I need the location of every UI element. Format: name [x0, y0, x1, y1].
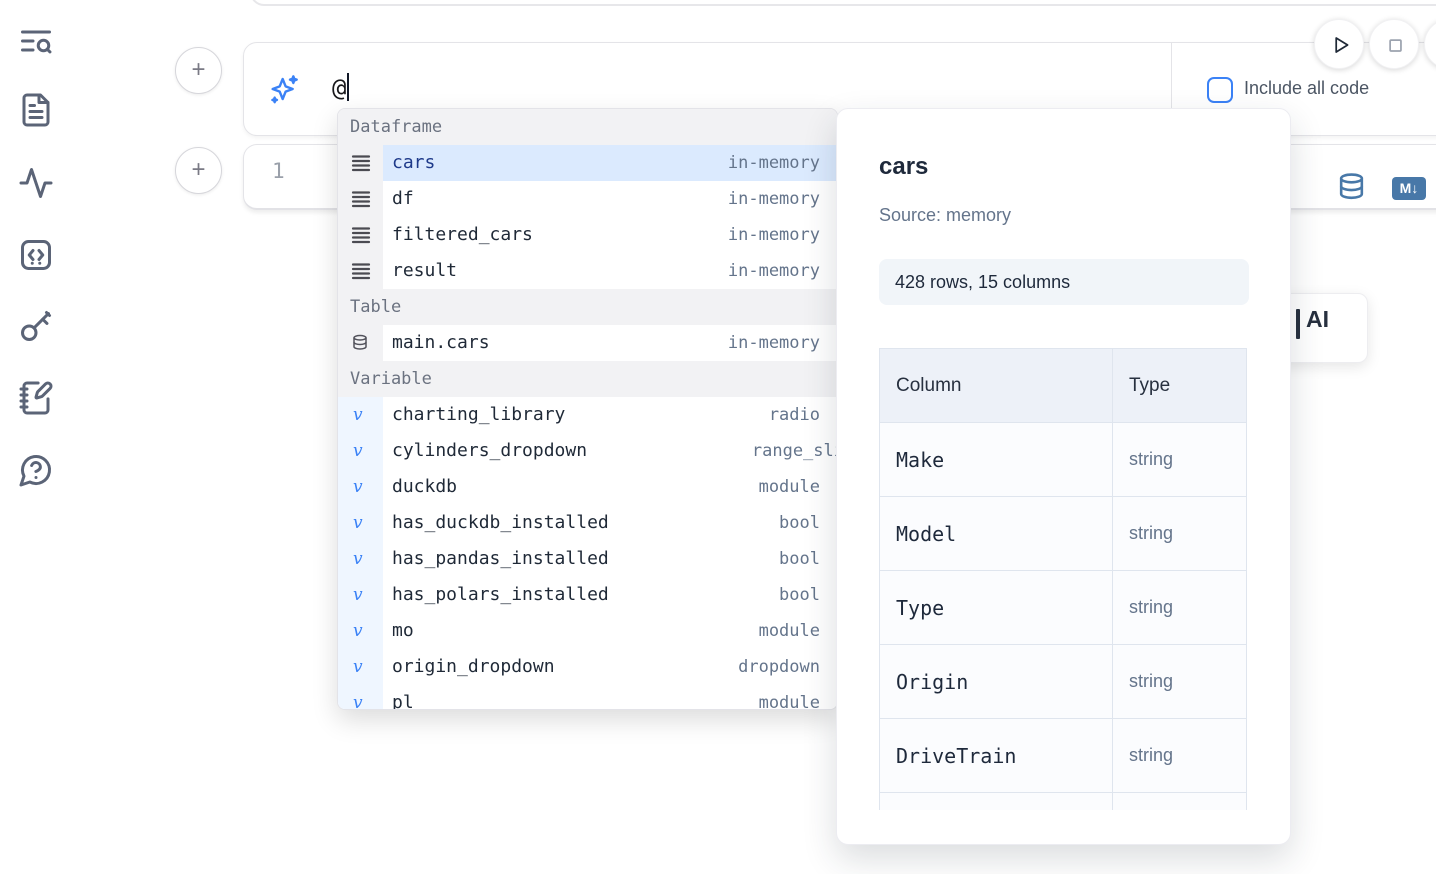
autocomplete-item-main-cars[interactable]: main.cars in-memory [338, 325, 837, 361]
table-row: Type string [880, 570, 1246, 644]
column-header: Column [880, 349, 1113, 422]
include-all-code-checkbox[interactable] [1207, 77, 1233, 103]
line-number: 1 [272, 159, 285, 183]
sparkles-icon [268, 73, 300, 105]
activity-icon[interactable] [18, 165, 54, 201]
autocomplete-item-mo[interactable]: v mo module [338, 613, 837, 649]
table-row: Make string [880, 422, 1246, 496]
table-row: Origin string [880, 644, 1246, 718]
autocomplete-dropdown: Dataframe cars in-memory df in-memory fi… [337, 108, 838, 710]
variable-icon: v [353, 577, 363, 613]
autocomplete-item-has-pandas-installed[interactable]: v has_pandas_installed bool [338, 541, 837, 577]
autocomplete-item-clipped[interactable]: v pl module [338, 685, 837, 710]
autocomplete-item-cylinders-dropdown[interactable]: v cylinders_dropdown range_sli [338, 433, 837, 469]
autocomplete-item-result[interactable]: result in-memory [338, 253, 837, 289]
scratchpad-icon[interactable] [18, 380, 54, 416]
text-caret [347, 73, 349, 101]
database-icon[interactable] [1336, 172, 1367, 203]
list-search-icon[interactable] [18, 23, 54, 59]
variable-icon: v [353, 397, 363, 433]
code-snippets-icon[interactable] [18, 237, 54, 273]
autocomplete-item-duckdb[interactable]: v duckdb module [338, 469, 837, 505]
shape-badge: 428 rows, 15 columns [879, 259, 1249, 305]
autocomplete-item-origin-dropdown[interactable]: v origin_dropdown dropdown [338, 649, 837, 685]
table-row-clipped [880, 792, 1246, 810]
preview-title: cars [879, 153, 928, 181]
add-cell-button-bottom[interactable]: + [175, 147, 222, 194]
variable-icon: v [353, 685, 363, 710]
schema-table-header: Column Type [880, 349, 1246, 422]
stop-button[interactable] [1369, 19, 1419, 69]
variable-icon: v [353, 433, 363, 469]
autocomplete-item-cars[interactable]: cars in-memory [338, 145, 837, 181]
run-button[interactable] [1314, 19, 1364, 69]
key-icon[interactable] [18, 308, 54, 344]
dataframe-icon [351, 225, 371, 245]
ai-action-label: AI [1306, 306, 1329, 333]
autocomplete-item-has-polars-installed[interactable]: v has_polars_installed bool [338, 577, 837, 613]
variable-icon: v [353, 649, 363, 685]
table-database-icon [351, 334, 369, 352]
ai-prompt-input[interactable]: @ [332, 73, 349, 102]
table-row: DriveTrain string [880, 718, 1246, 792]
schema-table: Column Type Make string Model string Typ… [879, 348, 1247, 810]
autocomplete-item-has-duckdb-installed[interactable]: v has_duckdb_installed bool [338, 505, 837, 541]
file-text-icon[interactable] [18, 92, 54, 128]
variable-icon: v [353, 469, 363, 505]
markdown-icon[interactable]: M↓ [1392, 177, 1426, 200]
previous-cell-edge [250, 0, 1436, 6]
include-all-code-label: Include all code [1244, 78, 1369, 99]
type-header: Type [1113, 349, 1246, 422]
notebook-page: + + @ Include all code 1 M↓ AI [0, 0, 1436, 874]
ai-query-text: @ [332, 74, 346, 102]
section-header-dataframe: Dataframe [338, 109, 837, 145]
dataframe-icon [351, 153, 371, 173]
dataframe-icon [351, 261, 371, 281]
help-icon[interactable] [18, 452, 54, 488]
autocomplete-item-df[interactable]: df in-memory [338, 181, 837, 217]
section-header-table: Table [338, 289, 837, 325]
variable-icon: v [353, 505, 363, 541]
autocomplete-item-filtered-cars[interactable]: filtered_cars in-memory [338, 217, 837, 253]
dataframe-preview-panel: cars Source: memory 428 rows, 15 columns… [836, 108, 1291, 845]
dataframe-icon [351, 189, 371, 209]
autocomplete-item-charting-library[interactable]: v charting_library radio [338, 397, 837, 433]
section-header-variable: Variable [338, 361, 837, 397]
table-row: Model string [880, 496, 1246, 570]
add-cell-button-top[interactable]: + [175, 47, 222, 94]
variable-icon: v [353, 541, 363, 577]
clipped-glyph [1296, 309, 1300, 339]
preview-source: Source: memory [879, 205, 1011, 226]
variable-icon: v [353, 613, 363, 649]
